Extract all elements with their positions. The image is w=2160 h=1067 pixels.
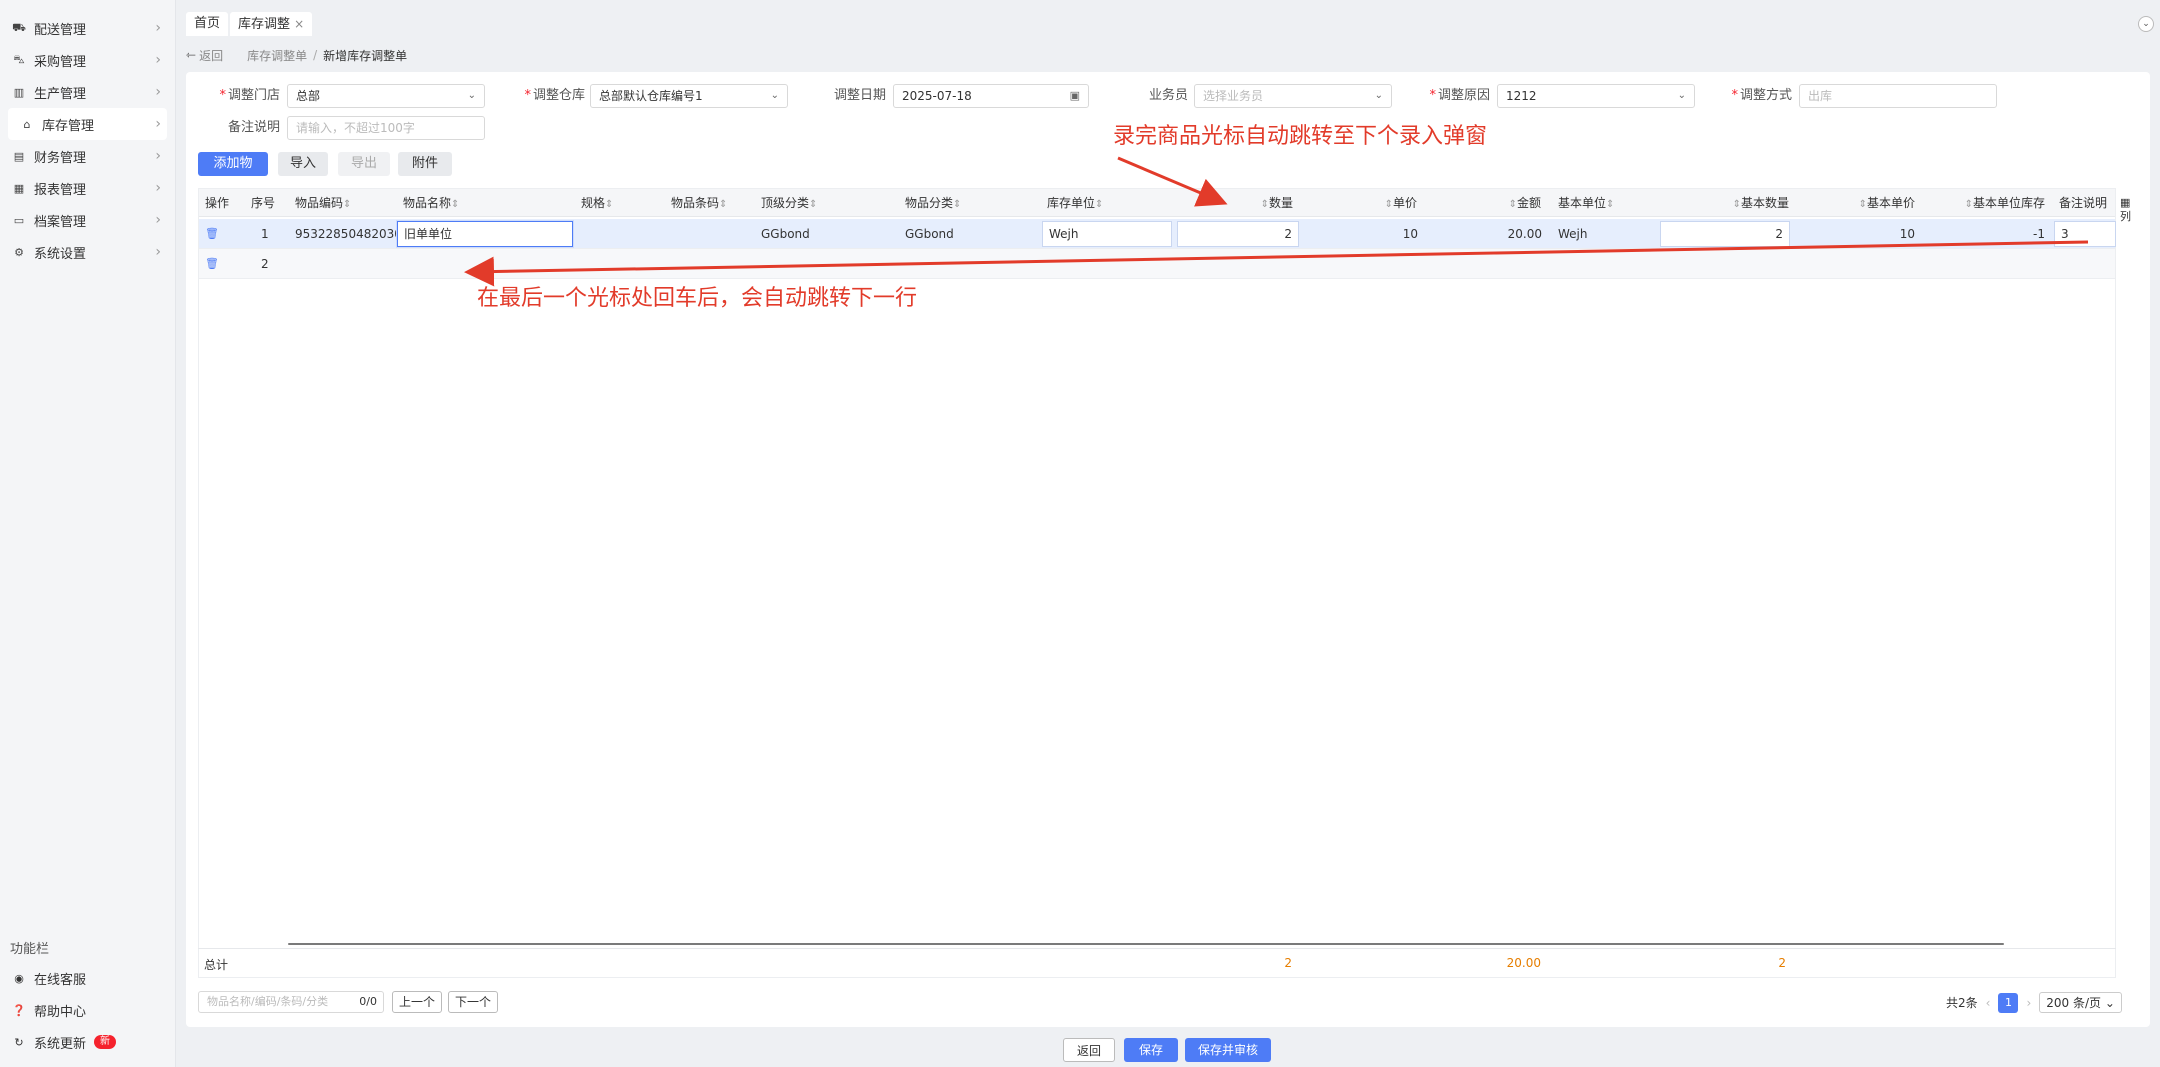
arrow-to-next-row <box>464 240 2089 287</box>
item-search-input[interactable]: 物品名称/编码/条码/分类 0/0 <box>198 991 384 1013</box>
back-button[interactable]: 返回 <box>1063 1038 1115 1062</box>
search-count: 0/0 <box>359 995 377 1008</box>
prev-match-button[interactable]: 上一个 <box>392 991 443 1013</box>
pagination: 共2条 ‹ 1 › 200 条/页 ⌄ <box>1946 992 2122 1013</box>
total-count: 共2条 <box>1946 996 1978 1010</box>
save-button[interactable]: 保存 <box>1124 1038 1178 1062</box>
page-1-button[interactable]: 1 <box>1998 992 2019 1013</box>
annotation-arrows <box>464 156 2089 287</box>
page-size-value: 200 条/页 <box>2046 996 2102 1010</box>
next-page-icon[interactable]: › <box>2026 996 2031 1010</box>
next-match-button[interactable]: 下一个 <box>448 991 499 1013</box>
prev-page-icon[interactable]: ‹ <box>1986 996 1991 1010</box>
search-placeholder: 物品名称/编码/条码/分类 <box>207 995 329 1008</box>
page-size-select[interactable]: 200 条/页 ⌄ <box>2039 992 2122 1013</box>
arrow-to-qty <box>1117 156 1228 207</box>
save-and-audit-button[interactable]: 保存并审核 <box>1185 1038 1271 1062</box>
